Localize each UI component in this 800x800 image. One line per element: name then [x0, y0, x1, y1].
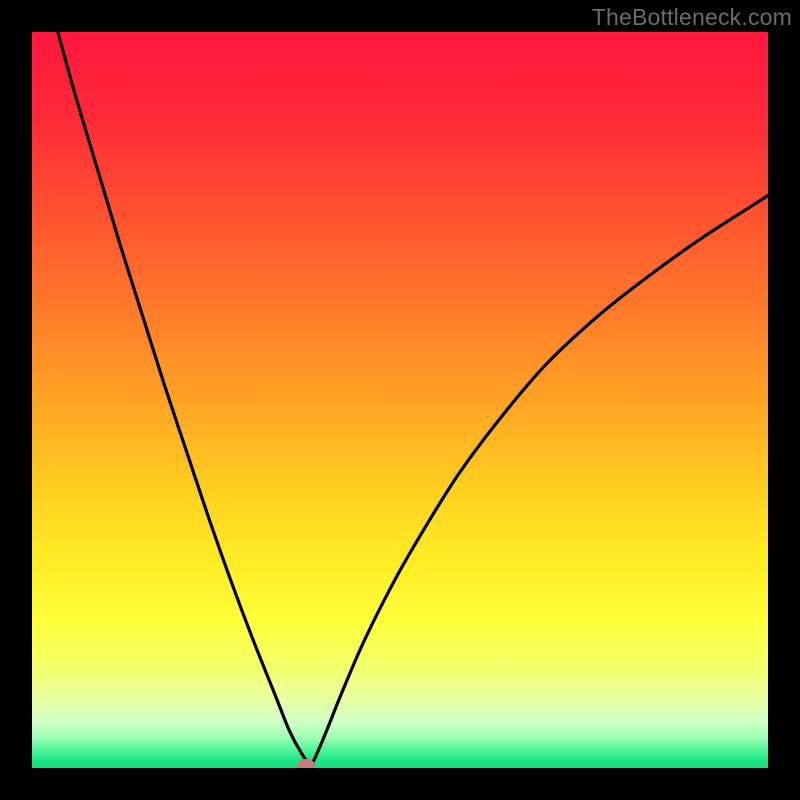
curve-layer	[32, 32, 768, 768]
bottleneck-curve	[58, 32, 768, 764]
chart-frame: TheBottleneck.com	[0, 0, 800, 800]
watermark-text: TheBottleneck.com	[592, 4, 792, 31]
minimum-marker	[297, 759, 315, 768]
plot-area	[32, 32, 768, 768]
